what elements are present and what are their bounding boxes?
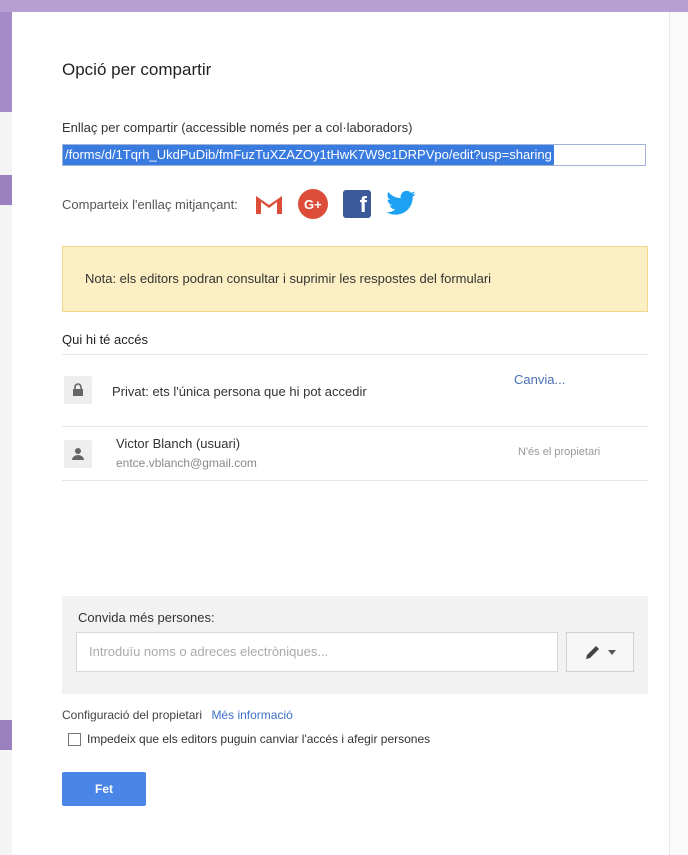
restrict-editors-label: Impedeix que els editors puguin canviar … bbox=[87, 732, 431, 746]
person-icon bbox=[64, 440, 92, 468]
access-level-text: Privat: ets l'única persona que hi pot a… bbox=[112, 384, 367, 399]
background-accent bbox=[0, 12, 12, 112]
facebook-icon[interactable]: f bbox=[340, 189, 374, 219]
share-link-value: /forms/d/1Tqrh_UkdPuDib/fmFuzTuXZAZOy1tH… bbox=[63, 145, 554, 165]
background-accent bbox=[0, 720, 12, 750]
twitter-icon[interactable] bbox=[384, 189, 418, 219]
owner-settings-label: Configuració del propietari bbox=[62, 708, 203, 722]
editors-note: Nota: els editors podran consultar i sup… bbox=[62, 246, 648, 312]
divider bbox=[62, 480, 648, 481]
background-accent bbox=[0, 175, 12, 205]
share-via-label: Comparteix l'enllaç mitjançant: bbox=[62, 196, 238, 212]
invite-label: Convida més persones: bbox=[78, 610, 215, 625]
share-link-field[interactable]: /forms/d/1Tqrh_UkdPuDib/fmFuzTuXZAZOy1tH… bbox=[62, 144, 646, 166]
background-right-strip bbox=[669, 12, 688, 855]
google-plus-icon[interactable]: G+ bbox=[296, 189, 330, 219]
more-info-link[interactable]: Més informació bbox=[211, 708, 292, 722]
share-via-row: Comparteix l'enllaç mitjançant: G+ f bbox=[62, 188, 428, 220]
owner-settings: Configuració del propietari Més informac… bbox=[62, 708, 293, 722]
lock-icon bbox=[64, 376, 92, 404]
restrict-editors-checkbox[interactable] bbox=[68, 732, 81, 746]
owner-email: entce.vblanch@gmail.com bbox=[116, 456, 257, 470]
owner-name: Victor Blanch (usuari) bbox=[116, 436, 241, 451]
share-link-label: Enllaç per compartir (accessible només p… bbox=[62, 120, 413, 135]
background-top-bar bbox=[0, 0, 688, 12]
divider bbox=[62, 426, 648, 427]
done-button[interactable]: Fet bbox=[62, 772, 146, 806]
divider bbox=[62, 354, 648, 355]
access-section-title: Qui hi té accés bbox=[62, 332, 148, 347]
invite-input[interactable]: Introduïu noms o adreces electròniques..… bbox=[76, 632, 558, 672]
restrict-editors-option[interactable]: Impedeix que els editors puguin canviar … bbox=[68, 732, 430, 746]
owner-role: N'és el propietari bbox=[518, 446, 601, 458]
permission-dropdown-button[interactable] bbox=[566, 632, 634, 672]
gmail-icon[interactable] bbox=[252, 189, 286, 219]
share-dialog: Opció per compartir Enllaç per compartir… bbox=[14, 12, 666, 855]
pencil-icon bbox=[586, 646, 599, 659]
dialog-title: Opció per compartir bbox=[62, 60, 212, 79]
invite-panel: Convida més persones: Introduïu noms o a… bbox=[62, 596, 648, 694]
chevron-down-icon bbox=[608, 649, 616, 655]
change-access-link[interactable]: Canvia... bbox=[514, 372, 565, 387]
